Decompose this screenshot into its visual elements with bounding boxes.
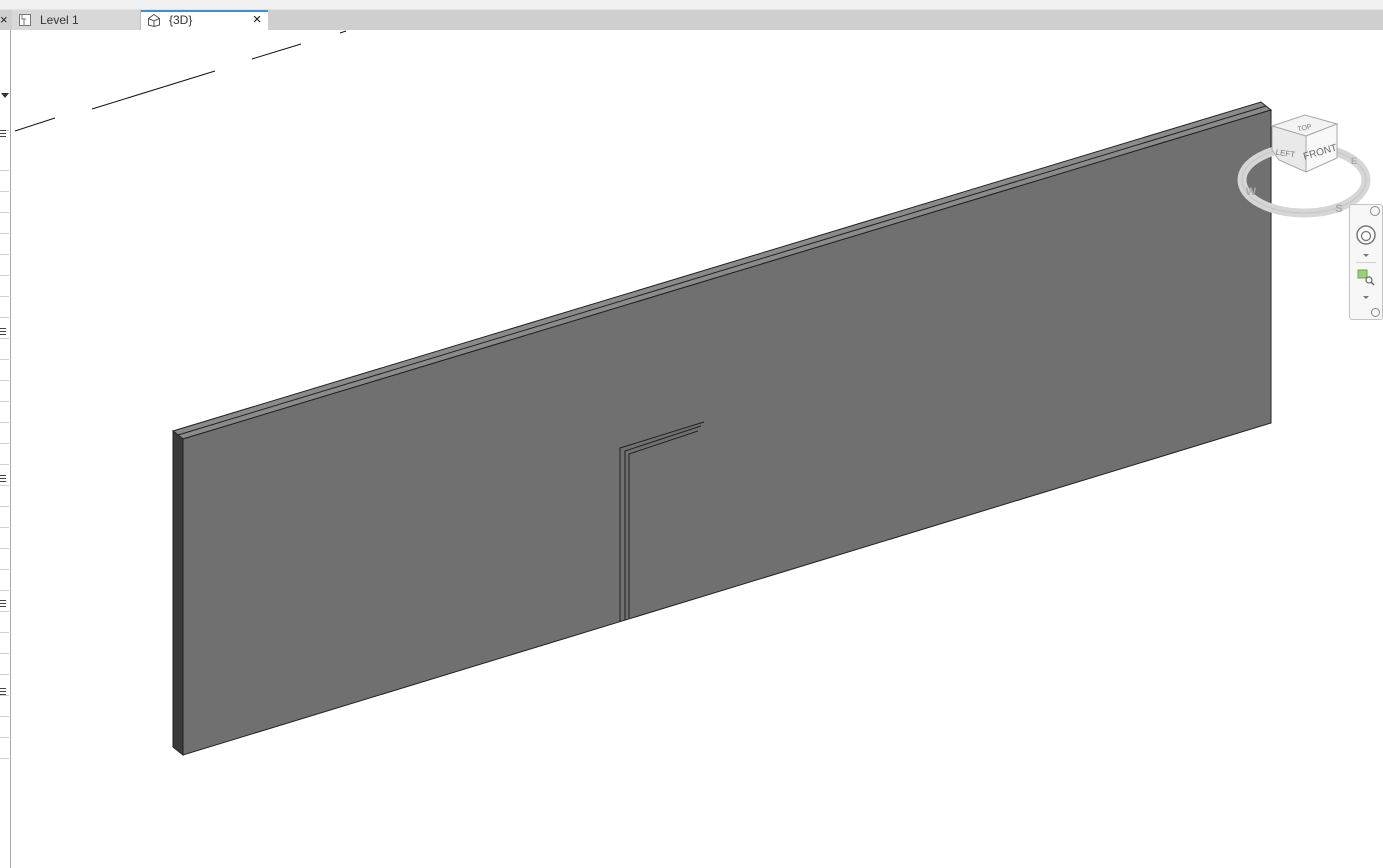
chevron-down-icon[interactable] <box>1 93 9 98</box>
tab-3d-view[interactable]: {3D} × <box>141 10 268 30</box>
compass-west-label[interactable]: W <box>1246 186 1257 198</box>
left-panel-edge <box>0 30 11 868</box>
panel-grip-icon[interactable] <box>0 688 6 695</box>
dotted-guide <box>0 170 9 770</box>
tab-label: {3D} <box>169 13 193 27</box>
tab-label: Level 1 <box>40 13 79 27</box>
compass-south-label[interactable]: S <box>1335 203 1342 215</box>
wall-end-face <box>172 429 184 757</box>
model-scene <box>14 30 1273 757</box>
floor-plan-icon <box>19 14 31 26</box>
wall[interactable] <box>171 101 1273 757</box>
3d-house-icon <box>148 13 160 27</box>
panel-grip-icon[interactable] <box>0 328 6 335</box>
chevron-down-icon[interactable] <box>1363 254 1369 257</box>
view-tab-bar: × Level 1 {3D} × <box>0 10 1383 30</box>
compass-east-label[interactable]: E <box>1351 156 1357 166</box>
revit-3d-window: × Level 1 {3D} × TOP FRONT LEFT W S E <box>0 0 1383 868</box>
settings-icon[interactable] <box>1371 308 1380 317</box>
panel-grip-icon[interactable] <box>0 130 6 137</box>
chevron-down-icon[interactable] <box>1363 296 1369 299</box>
panel-grip-icon[interactable] <box>0 475 6 482</box>
wall-front-face <box>182 109 1272 756</box>
dashed-reference-line <box>14 30 347 132</box>
zoom-region-icon[interactable] <box>1356 268 1376 288</box>
steering-wheel-icon[interactable] <box>1355 224 1377 246</box>
window-top-strip <box>0 0 1383 10</box>
tab-level-1[interactable]: Level 1 <box>12 10 141 30</box>
close-panel-icon[interactable]: × <box>0 10 10 30</box>
divider <box>1356 262 1376 263</box>
close-tab-icon[interactable]: × <box>250 10 264 30</box>
navigation-bar <box>1349 204 1383 320</box>
3d-viewport[interactable]: TOP FRONT LEFT W S E <box>11 30 1383 868</box>
close-icon[interactable] <box>1370 206 1380 216</box>
panel-grip-icon[interactable] <box>0 600 6 607</box>
